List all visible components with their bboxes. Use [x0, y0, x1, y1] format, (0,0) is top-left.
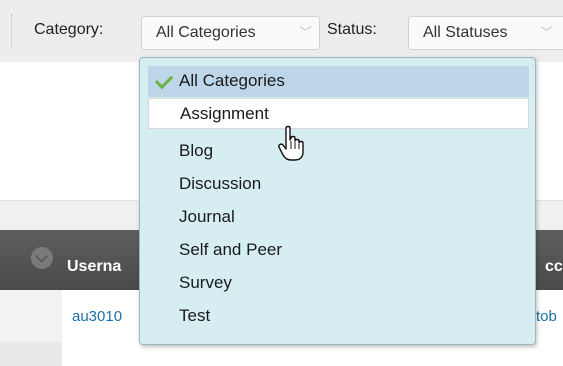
dropdown-option-survey[interactable]: Survey	[148, 268, 529, 299]
category-select-value: All Categories	[156, 24, 256, 41]
option-label: Blog	[179, 141, 214, 160]
status-select-value: All Statuses	[423, 24, 508, 41]
option-label: All Categories	[179, 71, 285, 90]
double-chevron-down-icon: ﹀	[540, 25, 554, 40]
filter-toolbar: Category: All Categories ﹀ Status: All S…	[0, 0, 563, 62]
dropdown-option-blog[interactable]: Blog	[148, 136, 529, 167]
status-select[interactable]: All Statuses ﹀	[408, 16, 563, 50]
username-link[interactable]: au3010	[72, 308, 122, 325]
column-header-username[interactable]: Userna	[67, 258, 121, 276]
dropdown-option-all-categories[interactable]: All Categories	[148, 66, 529, 97]
dropdown-option-test[interactable]: Test	[148, 301, 529, 332]
category-select[interactable]: All Categories ﹀	[141, 16, 320, 50]
category-label: Category:	[34, 21, 104, 38]
dropdown-option-self-and-peer[interactable]: Self and Peer	[148, 235, 529, 266]
toolbar-divider	[11, 14, 13, 48]
option-label: Journal	[179, 207, 235, 226]
dropdown-option-assignment[interactable]: Assignment	[148, 98, 529, 129]
status-label: Status:	[327, 21, 377, 38]
dropdown-option-journal[interactable]: Journal	[148, 202, 529, 233]
option-label: Discussion	[179, 174, 262, 193]
column-header-right[interactable]: cc	[545, 258, 563, 276]
check-icon	[154, 70, 174, 90]
option-label: Assignment	[180, 104, 269, 123]
row-right-link[interactable]: tob	[536, 308, 557, 325]
hand-pointer-cursor-icon	[278, 125, 304, 161]
option-label: Self and Peer	[179, 240, 283, 259]
category-dropdown-menu: All Categories Assignment Blog Discussio…	[139, 57, 536, 345]
option-label: Survey	[179, 273, 232, 292]
table-row	[62, 342, 563, 366]
sort-circle-icon[interactable]	[31, 247, 53, 269]
option-label: Test	[179, 306, 211, 325]
row-checkbox-cell[interactable]	[0, 290, 62, 342]
dropdown-option-discussion[interactable]: Discussion	[148, 169, 529, 200]
double-chevron-down-icon: ﹀	[299, 25, 313, 40]
row-checkbox-cell[interactable]	[0, 342, 62, 366]
